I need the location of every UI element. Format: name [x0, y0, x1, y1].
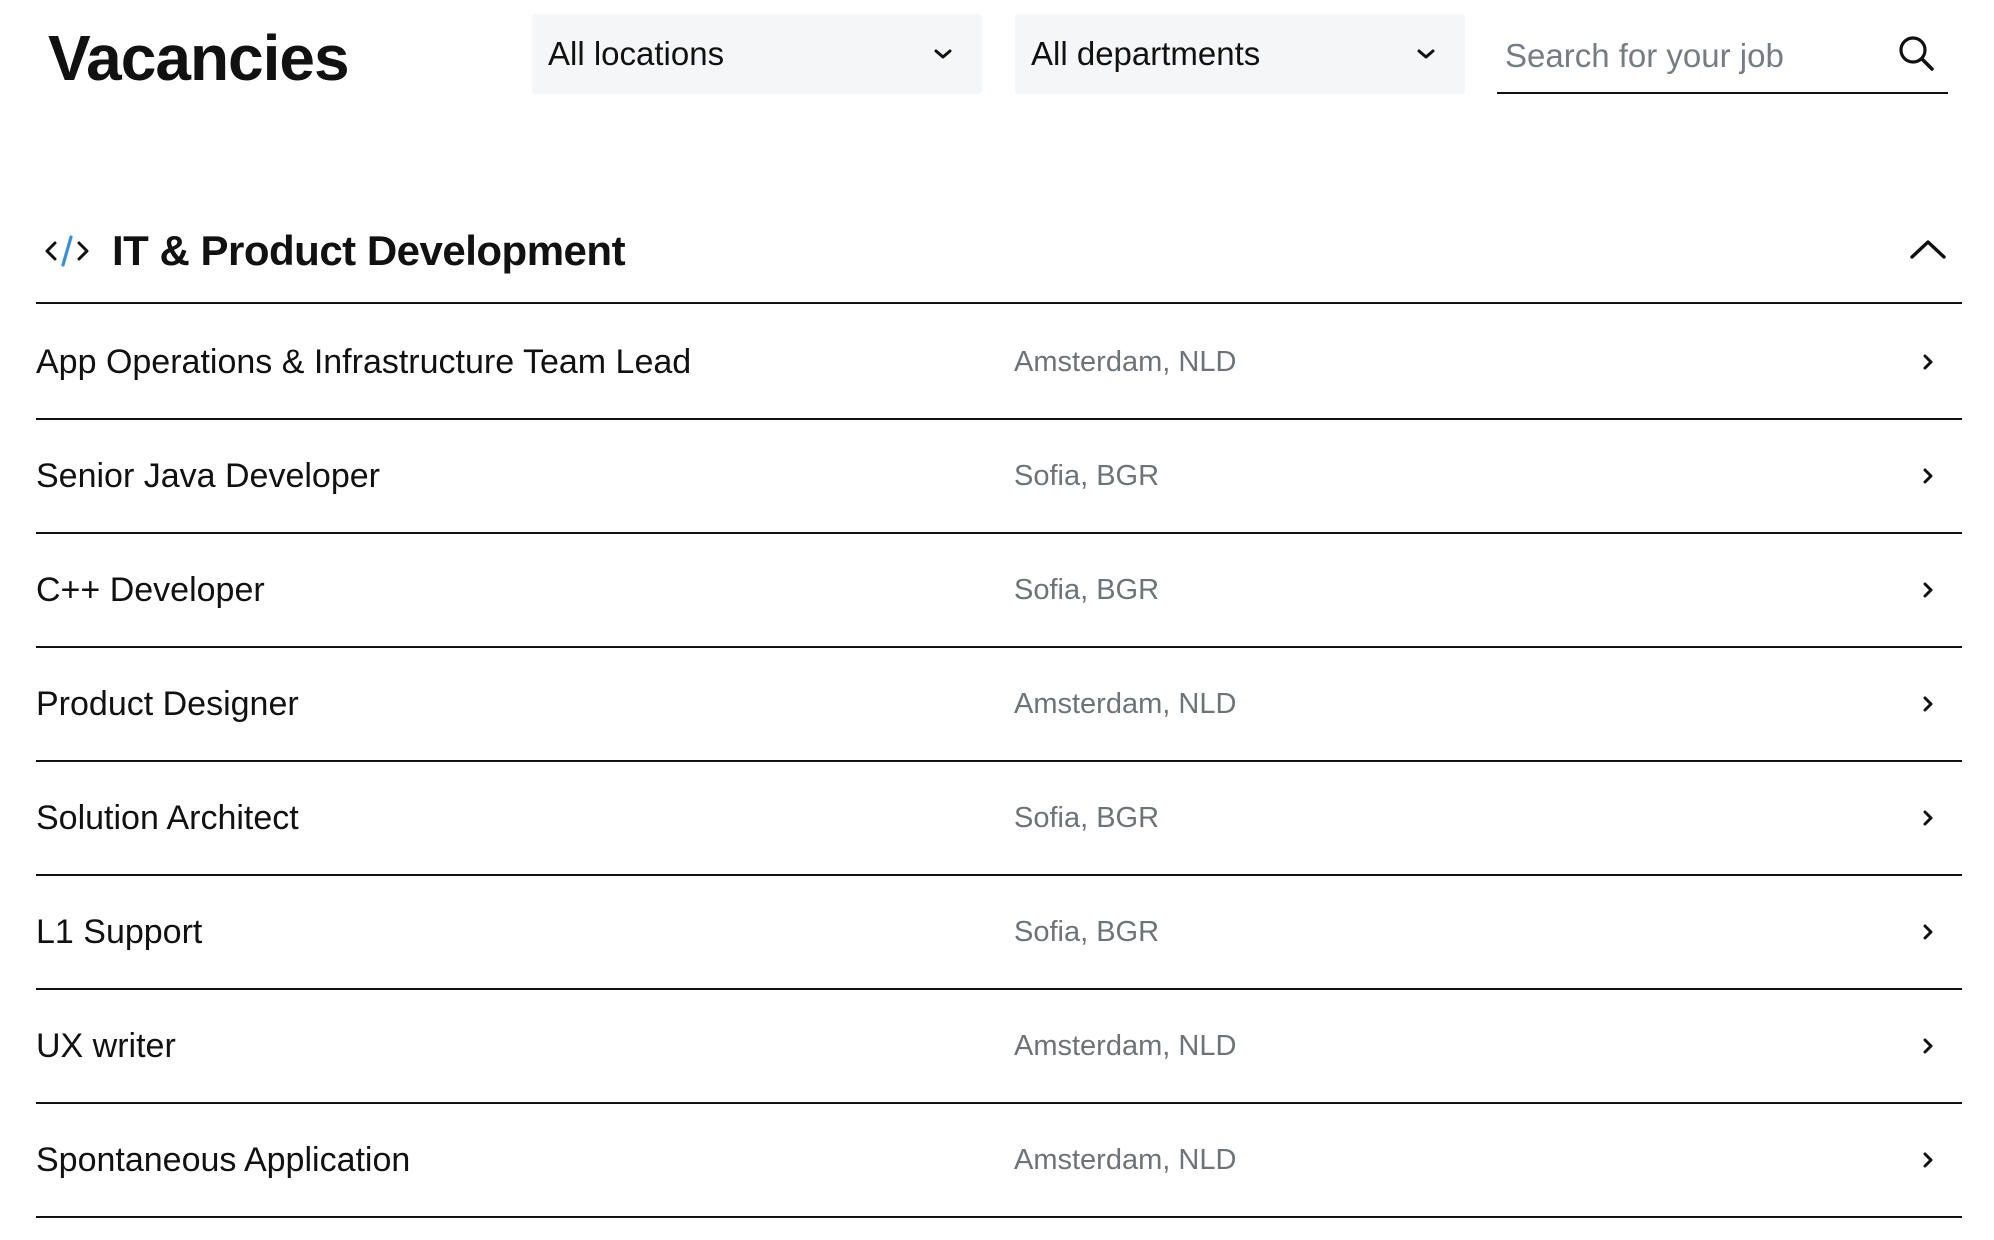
job-title: Product Designer: [36, 684, 299, 723]
section-header-it-product-development[interactable]: IT & Product Development: [36, 200, 1962, 304]
job-row[interactable]: Spontaneous Application Amsterdam, NLD: [36, 1104, 1962, 1218]
department-filter-select[interactable]: All departments: [1015, 14, 1465, 94]
job-location: Sofia, BGR: [1014, 915, 1160, 948]
job-title: C++ Developer: [36, 570, 265, 609]
search-box: [1497, 14, 1948, 94]
job-location: Amsterdam, NLD: [1014, 687, 1237, 720]
job-title: Spontaneous Application: [36, 1140, 411, 1179]
job-row[interactable]: UX writer Amsterdam, NLD: [36, 990, 1962, 1104]
location-filter-select[interactable]: All locations: [532, 14, 982, 94]
chevron-right-icon: [1920, 692, 1936, 716]
job-row[interactable]: L1 Support Sofia, BGR: [36, 876, 1962, 990]
chevron-right-icon: [1920, 1034, 1936, 1058]
chevron-up-icon[interactable]: [1908, 237, 1948, 266]
job-row[interactable]: Solution Architect Sofia, BGR: [36, 762, 1962, 876]
job-title: Senior Java Developer: [36, 456, 380, 495]
search-input[interactable]: [1505, 37, 1865, 75]
section-title: IT & Product Development: [112, 227, 626, 274]
search-icon[interactable]: [1896, 33, 1936, 73]
chevron-right-icon: [1920, 806, 1936, 830]
job-location: Amsterdam, NLD: [1014, 1143, 1237, 1176]
job-title: Solution Architect: [36, 798, 299, 837]
job-location: Sofia, BGR: [1014, 573, 1160, 606]
chevron-right-icon: [1920, 578, 1936, 602]
job-location: Amsterdam, NLD: [1014, 345, 1237, 378]
chevron-right-icon: [1920, 920, 1936, 944]
job-row[interactable]: App Operations & Infrastructure Team Lea…: [36, 306, 1962, 420]
page-title: Vacancies: [48, 22, 350, 94]
chevron-right-icon: [1920, 1148, 1936, 1172]
department-filter-label: All departments: [1031, 35, 1261, 72]
code-icon: [42, 231, 92, 271]
job-location: Sofia, BGR: [1014, 801, 1160, 834]
chevron-right-icon: [1920, 464, 1936, 488]
job-row[interactable]: C++ Developer Sofia, BGR: [36, 534, 1962, 648]
chevron-right-icon: [1920, 350, 1936, 374]
job-title: UX writer: [36, 1026, 176, 1065]
chevron-down-icon: [1415, 47, 1437, 61]
job-row[interactable]: Product Designer Amsterdam, NLD: [36, 648, 1962, 762]
job-list: App Operations & Infrastructure Team Lea…: [36, 306, 1962, 1218]
location-filter-label: All locations: [548, 35, 725, 72]
job-location: Amsterdam, NLD: [1014, 1029, 1237, 1062]
job-title: L1 Support: [36, 912, 203, 951]
job-title: App Operations & Infrastructure Team Lea…: [36, 342, 692, 381]
job-row[interactable]: Senior Java Developer Sofia, BGR: [36, 420, 1962, 534]
chevron-down-icon: [932, 47, 954, 61]
job-location: Sofia, BGR: [1014, 459, 1160, 492]
